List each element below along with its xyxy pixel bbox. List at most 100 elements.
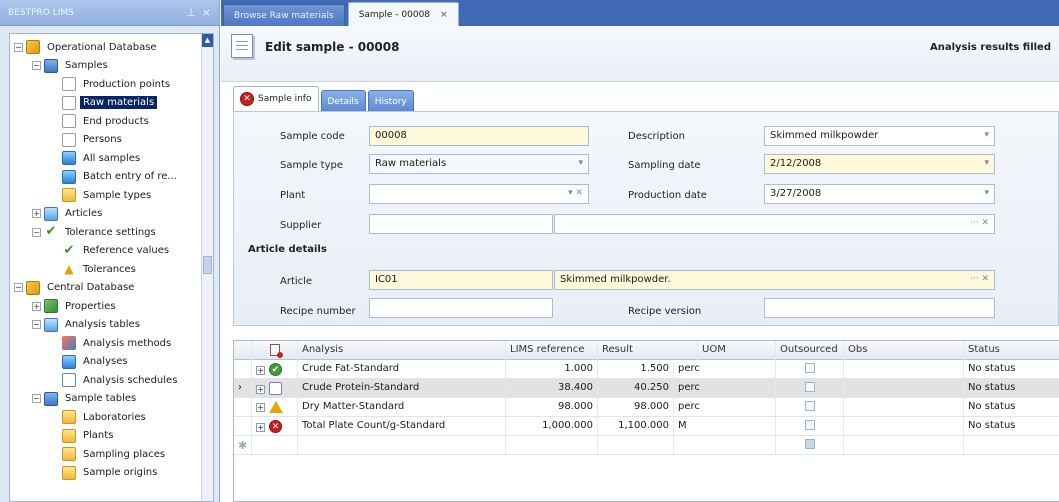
cell-outsourced[interactable] <box>776 360 844 379</box>
collapse-icon[interactable]: − <box>32 320 41 329</box>
cell-status[interactable]: No status <box>964 398 1059 417</box>
sidebar-item-central-database[interactable]: − Central Database <box>14 279 137 297</box>
sidebar-item-plants[interactable]: Plants <box>50 427 116 445</box>
supplier-code-field[interactable] <box>369 214 553 234</box>
scroll-up-icon[interactable]: ▲ <box>202 34 213 47</box>
cell-uom[interactable]: perc <box>674 379 776 398</box>
sidebar-item-sample-origins[interactable]: Sample origins <box>50 464 160 482</box>
row-indicator[interactable]: ✱ <box>234 436 252 455</box>
sidebar-item-operational-database[interactable]: − Operational Database <box>14 38 160 56</box>
cell-lims-ref[interactable]: 98.000 <box>506 398 598 417</box>
recipe-version-field[interactable] <box>764 298 995 318</box>
cell-status[interactable] <box>964 436 1059 455</box>
column-status[interactable]: Status <box>964 341 1059 360</box>
table-row[interactable]: + ✕ Total Plate Count/g-Standard 1,000.000 1… <box>234 417 1059 436</box>
sidebar-item-all-samples[interactable]: All samples <box>50 149 143 167</box>
expand-row-icon[interactable]: + <box>256 365 265 375</box>
table-row[interactable]: + Dry Matter-Standard 98.000 98.000 perc No s… <box>234 398 1059 417</box>
tab-history[interactable]: History <box>367 90 414 112</box>
table-row[interactable]: + ✔ Crude Fat-Standard 1.000 1.500 perc No sta… <box>234 360 1059 379</box>
cell-lims-ref[interactable] <box>506 436 598 455</box>
collapse-icon[interactable]: − <box>14 42 23 52</box>
row-status-cell[interactable]: + ✕ <box>252 417 298 436</box>
row-indicator[interactable] <box>234 398 252 417</box>
dropdown-icon[interactable]: ▾ <box>578 158 583 168</box>
collapse-icon[interactable]: − <box>14 283 23 292</box>
sidebar-item-samples[interactable]: − Samples <box>32 57 111 75</box>
cell-lims-ref[interactable]: 38.400 <box>506 379 598 398</box>
sample-type-select[interactable]: Raw materials ▾ <box>369 154 589 174</box>
tab-sample-00008[interactable]: Sample - 00008 × <box>347 2 459 26</box>
cell-status[interactable]: No status <box>964 417 1059 436</box>
expand-row-icon[interactable]: + <box>256 422 265 432</box>
cell-outsourced[interactable] <box>776 398 844 417</box>
expand-row-icon[interactable]: + <box>256 403 265 412</box>
supplier-name-field[interactable]: ··· ✕ <box>554 214 995 234</box>
sidebar-item-articles[interactable]: + Articles <box>32 205 105 223</box>
table-row[interactable]: › + Crude Protein-Standard 38.400 40.250 perc… <box>234 379 1059 398</box>
cell-analysis[interactable]: Crude Fat-Standard <box>298 360 506 379</box>
cell-analysis[interactable]: Total Plate Count/g-Standard <box>298 417 506 436</box>
cell-obs[interactable] <box>844 379 964 398</box>
dropdown-icon[interactable]: ▾ <box>984 158 989 168</box>
expand-row-icon[interactable]: + <box>256 384 265 394</box>
close-icon[interactable]: × <box>202 6 211 19</box>
collapse-icon[interactable]: − <box>32 394 41 403</box>
dropdown-icon[interactable]: ▾ <box>984 188 989 198</box>
cell-obs[interactable] <box>844 417 964 436</box>
sidebar-item-persons[interactable]: Persons <box>50 131 125 149</box>
dropdown-icon[interactable]: ▾ <box>984 130 989 140</box>
scroll-thumb[interactable] <box>203 256 212 274</box>
column-outsourced[interactable]: Outsourced <box>776 341 844 360</box>
sidebar-item-analysis-tables[interactable]: − Analysis tables <box>32 316 143 334</box>
tree-scrollbar[interactable]: ▲ <box>201 34 213 501</box>
cell-result[interactable] <box>598 436 674 455</box>
sidebar-item-batch-entry-of-re[interactable]: Batch entry of re... <box>50 168 180 186</box>
sidebar-item-sample-tables[interactable]: − Sample tables <box>32 390 139 408</box>
outsourced-checkbox[interactable] <box>804 401 815 411</box>
cell-lims-ref[interactable]: 1,000.000 <box>506 417 598 436</box>
cell-analysis[interactable]: Crude Protein-Standard <box>298 379 506 398</box>
lookup-clear-icon[interactable]: ··· ✕ <box>970 218 989 228</box>
sidebar-item-reference-values[interactable]: ✔ Reference values <box>50 242 172 260</box>
cell-outsourced[interactable] <box>776 436 844 455</box>
expand-icon[interactable]: + <box>32 301 41 311</box>
sampling-date-field[interactable]: 2/12/2008 ▾ <box>764 154 995 174</box>
outsourced-checkbox[interactable] <box>804 382 815 392</box>
row-status-cell[interactable]: + ✔ <box>252 360 298 379</box>
cell-obs[interactable] <box>844 398 964 417</box>
cell-status[interactable]: No status <box>964 379 1059 398</box>
pin-icon[interactable]: ⊥ <box>186 6 196 19</box>
column-analysis[interactable]: Analysis <box>298 341 506 360</box>
lookup-clear-icon[interactable]: ··· ✕ <box>970 274 989 284</box>
new-row[interactable]: ✱ <box>234 436 1059 455</box>
sidebar-item-sample-types[interactable]: Sample types <box>50 186 154 204</box>
dropdown-clear-icon[interactable]: ▾ ✕ <box>568 188 583 198</box>
plant-select[interactable]: ▾ ✕ <box>369 184 589 204</box>
cell-lims-ref[interactable]: 1.000 <box>506 360 598 379</box>
collapse-icon[interactable]: − <box>32 227 41 237</box>
cell-uom[interactable] <box>674 436 776 455</box>
row-status-cell[interactable]: + <box>252 379 298 398</box>
row-status-cell[interactable] <box>252 436 298 455</box>
column-uom[interactable]: UOM <box>698 341 776 360</box>
cell-outsourced[interactable] <box>776 417 844 436</box>
cell-analysis[interactable]: Dry Matter-Standard <box>298 398 506 417</box>
cell-obs[interactable] <box>844 360 964 379</box>
outsourced-checkbox[interactable] <box>804 363 815 373</box>
sidebar-item-properties[interactable]: + Properties <box>32 297 119 315</box>
cell-analysis[interactable] <box>298 436 506 455</box>
article-name-field[interactable]: Skimmed milkpowder. ··· ✕ <box>554 270 995 290</box>
outsourced-checkbox[interactable] <box>804 439 815 449</box>
cell-outsourced[interactable] <box>776 379 844 398</box>
sidebar-item-analysis-methods[interactable]: Analysis methods <box>50 334 174 352</box>
sidebar-item-end-products[interactable]: End products <box>50 112 152 130</box>
cell-result[interactable]: 1.500 <box>598 360 674 379</box>
sidebar-item-tolerances[interactable]: ▲ Tolerances <box>50 260 139 278</box>
sample-code-field[interactable]: 00008 <box>369 126 589 146</box>
article-code-field[interactable]: IC01 <box>369 270 553 290</box>
cell-uom[interactable]: perc <box>674 360 776 379</box>
outsourced-checkbox[interactable] <box>804 420 815 430</box>
sidebar-item-analyses[interactable]: Analyses <box>50 353 131 371</box>
row-status-cell[interactable]: + <box>252 398 298 417</box>
